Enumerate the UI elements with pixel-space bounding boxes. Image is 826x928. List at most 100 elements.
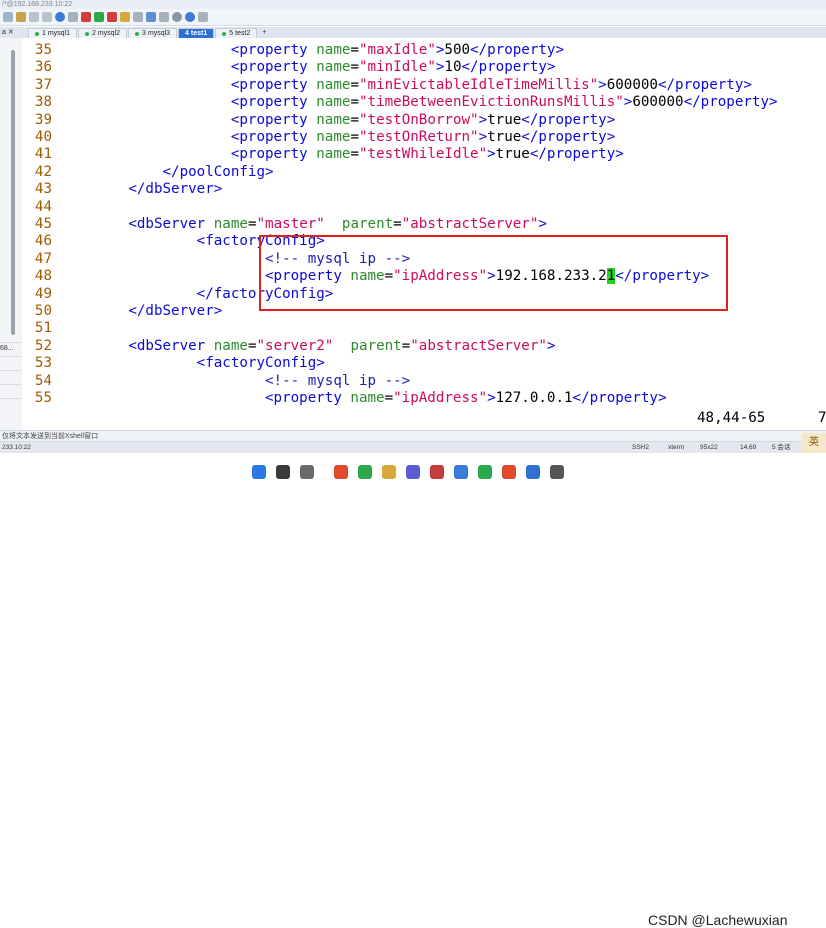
code-token: = (350, 111, 359, 128)
line-number: 55 (34, 390, 52, 406)
side-panel-item[interactable] (0, 356, 22, 369)
window-title: /*@192.168.233.10:22 (0, 0, 826, 9)
compose-icon[interactable] (146, 12, 156, 22)
globe-icon[interactable] (55, 12, 65, 22)
line-number: 47 (34, 250, 52, 267)
code-token: "server2" (256, 337, 334, 354)
app-icon[interactable] (334, 465, 348, 479)
app-icon[interactable] (406, 465, 420, 479)
tab-label: 3 mysql3 (142, 29, 171, 37)
side-panel-item[interactable] (0, 370, 22, 383)
tab-test1[interactable]: 4 test1 (178, 28, 215, 38)
tab-mysql2[interactable]: 2 mysql2 (78, 28, 128, 38)
line-number: 51 (34, 320, 52, 337)
line-number: 41 (34, 146, 52, 163)
xftp-icon[interactable] (107, 12, 117, 22)
line-number: 49 (34, 285, 52, 302)
help-icon[interactable] (185, 12, 195, 22)
side-panel-item[interactable] (0, 398, 22, 411)
terminal-editor[interactable]: 35 <property name="maxIdle">500</propert… (22, 38, 826, 430)
app-icon[interactable] (526, 465, 540, 479)
tab-label: 5 test2 (229, 29, 251, 37)
line-code: </dbServer> (60, 303, 222, 320)
copy-icon[interactable] (42, 12, 52, 22)
side-panel-item[interactable]: 68... (0, 342, 22, 355)
line-code: <property name="timeBetweenEvictionRunsM… (60, 94, 778, 111)
code-token: <!-- mysql ip --> (265, 372, 411, 389)
code-token: "timeBetweenEvictionRunsMillis" (358, 94, 624, 111)
open-icon[interactable] (16, 12, 26, 22)
code-token: name (316, 42, 351, 58)
code-token: true (495, 146, 530, 163)
search-icon[interactable] (29, 12, 39, 22)
code-token: </property> (529, 146, 624, 163)
code-token: <property (230, 59, 317, 76)
folder-icon[interactable] (382, 465, 396, 479)
connection-status-bar: 233.10:22 SSH2 xterm 95x22 14,69 5 会话 (0, 441, 826, 453)
status-dot-icon (135, 31, 140, 36)
color-icon[interactable] (81, 12, 91, 22)
code-token: </dbServer> (128, 181, 223, 198)
line-code: <dbServer name="server2" parent="abstrac… (60, 338, 555, 355)
code-token: "minIdle" (358, 59, 436, 76)
font-icon[interactable] (68, 12, 78, 22)
line-number: 54 (34, 372, 52, 389)
code-token: name (316, 146, 351, 163)
line-number: 36 (34, 59, 52, 76)
tab-test2[interactable]: 5 test2 (215, 28, 258, 38)
ime-indicator[interactable]: 英 (802, 433, 826, 453)
line-code: <property name="testWhileIdle">true</pro… (60, 146, 624, 163)
tab-mysql1[interactable]: 1 mysql1 (28, 28, 78, 38)
code-token: <property (230, 129, 317, 145)
side-panel-scrollbar[interactable] (11, 50, 15, 335)
code-token: "minEvictableIdleTimeMillis" (358, 76, 599, 93)
code-token: true (487, 129, 522, 145)
code-token: <property (230, 76, 317, 93)
code-token: <property (230, 111, 317, 128)
code-token: </poolConfig> (162, 163, 274, 180)
chrome-icon[interactable] (502, 465, 516, 479)
browser-icon[interactable] (454, 465, 468, 479)
code-token: "maxIdle" (358, 42, 436, 58)
cursor-percent: 7 (818, 410, 826, 426)
code-token: = (350, 146, 359, 163)
chat-icon[interactable] (198, 12, 208, 22)
start-icon[interactable] (252, 465, 266, 479)
app-icon[interactable] (550, 465, 564, 479)
side-panel-item[interactable] (0, 384, 22, 397)
add-tab-button[interactable]: + (258, 28, 270, 38)
gear-icon[interactable] (172, 12, 182, 22)
lock-icon[interactable] (120, 12, 130, 22)
new-session-icon[interactable] (3, 12, 13, 22)
close-pane-icon[interactable]: a ✕ (0, 27, 28, 38)
code-token: 10 (444, 59, 462, 76)
line-code: <property name="ipAddress">127.0.0.1</pr… (60, 390, 667, 407)
tab-mysql3[interactable]: 3 mysql3 (128, 28, 178, 38)
session-tab-bar: a ✕ 1 mysql1 2 mysql2 3 mysql3 4 test1 5… (0, 27, 826, 38)
status-dot-icon (222, 31, 227, 36)
wechat-icon[interactable] (478, 465, 492, 479)
taskview-icon[interactable] (300, 465, 314, 479)
script-icon[interactable] (133, 12, 143, 22)
code-token: > (487, 390, 496, 406)
line-code: <property name="minEvictableIdleTimeMill… (60, 77, 752, 94)
layout-icon[interactable] (159, 12, 169, 22)
transfer-icon[interactable] (94, 12, 104, 22)
code-token: = (350, 94, 359, 111)
code-token: </property> (521, 129, 616, 145)
tab-label: 4 test1 (185, 29, 208, 37)
xshell-icon[interactable] (430, 465, 444, 479)
app-icon[interactable] (358, 465, 372, 479)
code-token: "abstractServer" (401, 216, 539, 232)
search-icon[interactable] (276, 465, 290, 479)
